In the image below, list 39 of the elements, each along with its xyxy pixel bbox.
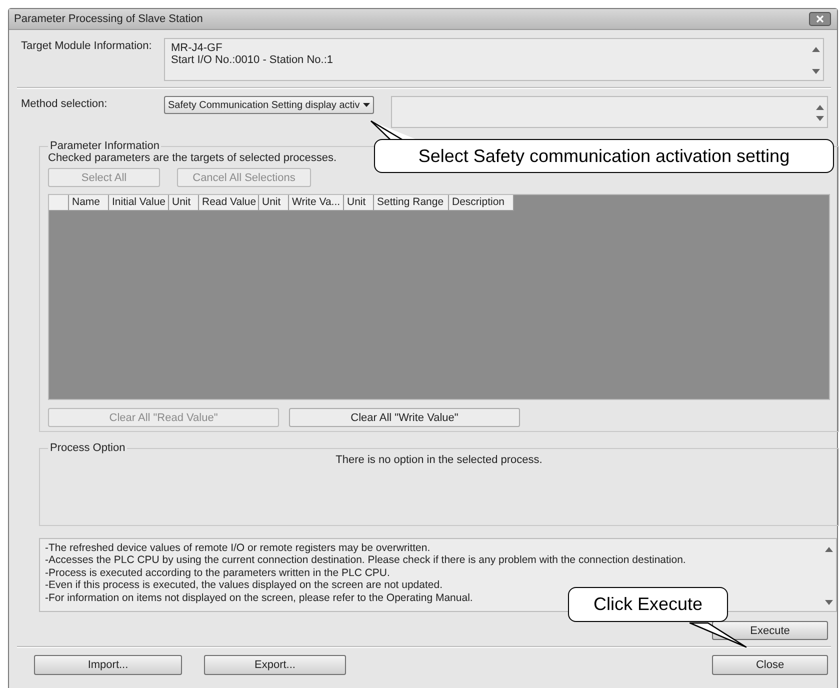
column-header[interactable]: Read Value — [199, 195, 259, 211]
column-header[interactable]: Name — [69, 195, 109, 211]
note-text: -Accesses the PLC CPU by using the current connection destination. Please check if there is any problem with the connection destination. — [45, 554, 686, 567]
caret-icon — [362, 103, 370, 107]
scroll-down-icon[interactable] — [825, 600, 833, 605]
column-header[interactable]: Initial Value — [109, 195, 169, 211]
callout-pointer — [688, 621, 748, 649]
method-dropdown[interactable]: Safety Communication Setting display activ — [164, 96, 374, 114]
scroll-down-icon[interactable] — [816, 116, 824, 121]
note-text: -Process is executed according to the parameters written in the PLC CPU. — [45, 566, 390, 580]
execute-button[interactable]: Execute — [712, 621, 828, 640]
clear-values-button[interactable]: Clear All "Write Value" — [289, 408, 520, 427]
scroll-down-icon[interactable] — [812, 69, 820, 74]
column-header[interactable]: Description — [449, 195, 514, 211]
scroll-up-icon[interactable] — [816, 105, 824, 110]
target-module-label: Target Module Information: — [21, 39, 153, 52]
group-title: Parameter Information — [49, 140, 160, 152]
column-header[interactable]: Write Va... — [289, 195, 344, 211]
note-text: -Even if this process is executed, the values displayed on the screen are not updated. — [45, 579, 442, 592]
scroll-up-icon[interactable] — [825, 547, 833, 552]
process-option-message: There is no option in the selected process. — [336, 454, 542, 466]
dialog-button[interactable]: Import... — [34, 655, 182, 675]
column-header[interactable]: Setting Range — [374, 195, 449, 211]
table-header-cell — [49, 195, 69, 211]
scroll-up-icon[interactable] — [812, 47, 820, 52]
note-text: -The refreshed device values of remote I/O or remote registers may be overwritten. — [45, 542, 430, 554]
note-text: -For information on items not displayed on the screen, please refer to the Operating Manual. — [45, 592, 473, 604]
module-info-text: MR-J4-GF — [171, 42, 222, 54]
method-selection-label: Method selection: — [21, 97, 108, 110]
group-title: Process Option — [49, 442, 126, 454]
close-icon[interactable] — [809, 12, 831, 26]
module-info-text: Start I/O No.:0010 - Station No.:1 — [171, 54, 334, 66]
column-header[interactable]: Unit — [344, 195, 374, 211]
column-header[interactable]: Unit — [169, 195, 199, 211]
dialog-button[interactable]: Close — [712, 655, 828, 675]
instruction-text: Checked parameters are the targets of selected processes. — [48, 152, 337, 164]
window-title: Parameter Processing of Slave Station — [14, 13, 203, 25]
dialog-button[interactable]: Export... — [204, 655, 346, 675]
column-header[interactable]: Unit — [259, 195, 289, 211]
